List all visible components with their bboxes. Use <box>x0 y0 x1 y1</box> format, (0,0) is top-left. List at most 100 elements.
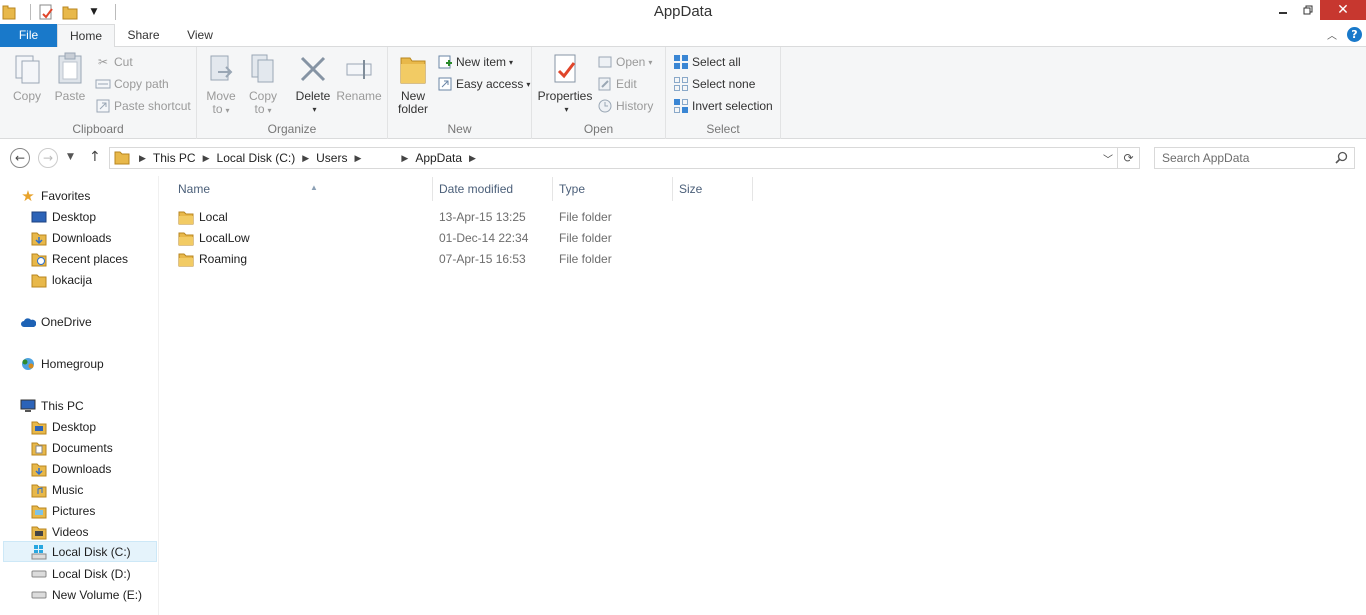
recent-locations-icon[interactable]: ▼ <box>67 152 74 162</box>
chevron-right-icon[interactable]: ▶ <box>351 153 364 164</box>
select-none-button[interactable]: Select none <box>673 74 755 94</box>
breadcrumb: ▶ This PC ▶ Local Disk (C:) ▶ Users ▶ ▶ … <box>110 148 479 168</box>
open-button[interactable]: Open ▾ <box>597 52 652 72</box>
column-header-name[interactable]: Name ▲ <box>172 177 433 201</box>
nav-favorites[interactable]: ★ Favorites <box>20 185 90 206</box>
properties-button[interactable]: Properties ▾ <box>537 51 593 116</box>
qat-separator <box>115 4 116 20</box>
nav-item-desktop[interactable]: Desktop <box>31 206 96 227</box>
paste-button[interactable]: Paste <box>50 51 90 103</box>
move-to-button[interactable]: Move to ▾ <box>202 51 240 117</box>
dropdown-icon[interactable]: ▼ <box>85 3 103 21</box>
breadcrumb-this-pc[interactable]: This PC <box>149 151 200 165</box>
breadcrumb-appdata[interactable]: AppData <box>411 151 466 165</box>
new-item-label: New item <box>456 55 507 69</box>
downloads-icon <box>31 230 47 246</box>
forward-button[interactable]: → <box>38 148 58 168</box>
history-button[interactable]: History <box>597 96 653 116</box>
nav-onedrive[interactable]: OneDrive <box>20 311 92 332</box>
nav-item-lokacija[interactable]: lokacija <box>31 269 92 290</box>
invert-selection-button[interactable]: Invert selection <box>673 96 773 116</box>
organize-group-label: Organize <box>267 122 317 136</box>
address-dropdown-icon[interactable]: ﹀ <box>1103 151 1113 166</box>
chevron-right-icon[interactable]: ▶ <box>466 153 479 164</box>
column-header-date-modified[interactable]: Date modified <box>433 177 553 201</box>
paste-shortcut-icon <box>95 98 111 114</box>
homegroup-icon <box>20 356 36 372</box>
cut-button[interactable]: ✂ Cut <box>95 52 133 72</box>
search-placeholder: Search AppData <box>1162 151 1250 165</box>
quick-access-toolbar: ▼ <box>0 2 122 22</box>
search-icon[interactable] <box>1335 151 1348 167</box>
nav-item-recent-places[interactable]: Recent places <box>31 248 128 269</box>
address-bar[interactable]: ▶ This PC ▶ Local Disk (C:) ▶ Users ▶ ▶ … <box>109 147 1140 169</box>
ribbon-tabs: File Home Share View ︿ ? <box>0 24 1366 48</box>
breadcrumb-local-disk[interactable]: Local Disk (C:) <box>213 151 300 165</box>
close-button[interactable]: ✕ <box>1320 0 1366 20</box>
easy-access-button[interactable]: Easy access ▾ <box>437 74 530 94</box>
minimize-icon[interactable] <box>1270 0 1295 20</box>
new-folder-button[interactable]: New folder <box>393 51 433 116</box>
chevron-right-icon[interactable]: ▶ <box>398 153 411 164</box>
title-bar: ▼ AppData ✕ <box>0 0 1366 24</box>
nav-homegroup[interactable]: Homegroup <box>20 353 104 374</box>
delete-button[interactable]: Delete ▾ <box>291 51 335 116</box>
table-row[interactable]: Local 13-Apr-15 13:25 File folder <box>178 207 738 228</box>
file-date: 13-Apr-15 13:25 <box>439 210 526 224</box>
nav-item-downloads[interactable]: Downloads <box>31 227 111 248</box>
videos-icon <box>31 524 47 540</box>
tab-file[interactable]: File <box>0 24 57 47</box>
chevron-right-icon[interactable]: ▶ <box>200 153 213 164</box>
file-name: Local <box>178 207 228 228</box>
nav-item-desktop[interactable]: Desktop <box>31 416 96 437</box>
open-label: Open <box>616 55 646 69</box>
chevron-up-icon[interactable]: ︿ <box>1327 27 1337 42</box>
restore-icon[interactable] <box>1295 0 1320 20</box>
nav-item-local-disk-d[interactable]: Local Disk (D:) <box>31 563 131 584</box>
copy-path-button[interactable]: Copy path <box>95 74 169 94</box>
nav-label: lokacija <box>52 272 93 287</box>
paste-shortcut-button[interactable]: Paste shortcut <box>95 96 191 116</box>
properties-icon <box>548 51 582 87</box>
nav-this-pc[interactable]: This PC <box>20 395 84 416</box>
help-icon[interactable]: ? <box>1347 27 1362 42</box>
nav-item-videos[interactable]: Videos <box>31 521 88 542</box>
rename-button[interactable]: Rename <box>336 51 382 103</box>
nav-label: New Volume (E:) <box>52 587 143 602</box>
downloads-icon <box>31 461 47 477</box>
properties-icon[interactable] <box>37 3 55 21</box>
nav-item-pictures[interactable]: Pictures <box>31 500 95 521</box>
new-item-button[interactable]: New item ▾ <box>437 52 513 72</box>
new-folder-icon[interactable] <box>61 3 79 21</box>
edit-button[interactable]: Edit <box>597 74 637 94</box>
desktop-icon <box>31 209 47 225</box>
copy-label: Copy <box>12 89 41 103</box>
chevron-right-icon[interactable]: ▶ <box>299 153 312 164</box>
column-header-type[interactable]: Type <box>553 177 673 201</box>
file-type: File folder <box>559 252 612 266</box>
table-row[interactable]: LocalLow 01-Dec-14 22:34 File folder <box>178 228 738 249</box>
copy-button[interactable]: Copy <box>7 51 47 103</box>
open-group-label: Open <box>583 122 614 136</box>
paste-icon <box>53 51 87 87</box>
nav-item-documents[interactable]: Documents <box>31 437 113 458</box>
column-header-label: Type <box>559 182 586 196</box>
column-header-size[interactable]: Size <box>673 177 753 201</box>
rename-label: Rename <box>336 89 382 103</box>
breadcrumb-users[interactable]: Users <box>312 151 351 165</box>
nav-item-local-disk-c[interactable]: Local Disk (C:) <box>3 541 157 562</box>
back-button[interactable]: ← <box>10 148 30 168</box>
refresh-icon[interactable]: ⟳ <box>1117 148 1139 168</box>
nav-item-music[interactable]: Music <box>31 479 83 500</box>
copy-to-button[interactable]: Copy to ▾ <box>244 51 282 117</box>
nav-item-new-volume-e[interactable]: New Volume (E:) <box>31 584 142 605</box>
search-input[interactable]: Search AppData <box>1154 147 1355 169</box>
up-arrow-icon[interactable]: ↑ <box>89 149 101 165</box>
tab-home[interactable]: Home <box>57 24 115 48</box>
chevron-right-icon[interactable]: ▶ <box>136 153 149 164</box>
select-all-button[interactable]: Select all <box>673 52 741 72</box>
tab-share[interactable]: Share <box>120 24 167 47</box>
table-row[interactable]: Roaming 07-Apr-15 16:53 File folder <box>178 249 738 270</box>
tab-view[interactable]: View <box>177 24 223 47</box>
nav-item-downloads[interactable]: Downloads <box>31 458 111 479</box>
